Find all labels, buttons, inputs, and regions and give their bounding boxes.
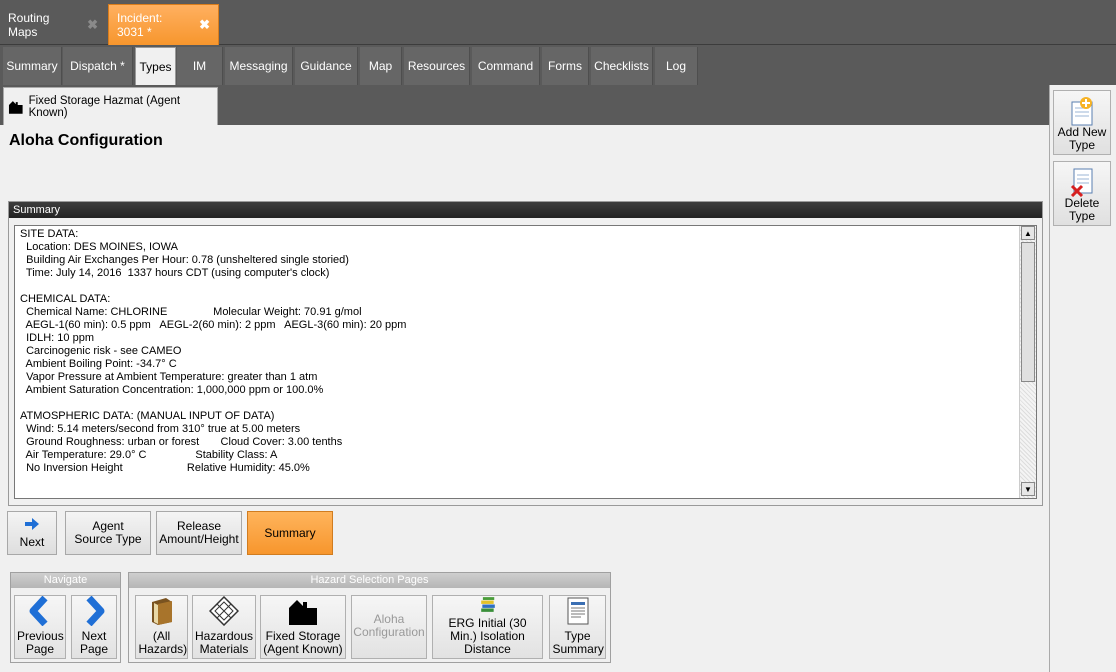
summary-panel: Summary SITE DATA: Location: DES MOINES,… [8, 201, 1043, 506]
house-icon [289, 600, 317, 625]
right-arrow-icon [25, 517, 39, 530]
all-hazards-label: (All Hazards) [138, 629, 188, 656]
document-icon [567, 597, 588, 625]
hazardous-materials-button[interactable]: Hazardous Materials [192, 595, 256, 659]
hazard-selection-group: Hazard Selection Pages (All Hazards) Haz… [128, 572, 611, 663]
hazardous-materials-label: Hazardous Materials [194, 629, 254, 656]
wizard-next-label: Next [19, 534, 45, 549]
hazard-group-header: Hazard Selection Pages [129, 573, 610, 588]
delete-document-icon [1070, 168, 1093, 197]
fixed-storage-button[interactable]: Fixed Storage (Agent Known) [260, 595, 346, 659]
tab-messaging[interactable]: Messaging [225, 47, 293, 85]
navigate-group: Navigate Previous Page Next Page [10, 572, 121, 663]
delete-type-button[interactable]: Delete Type [1053, 161, 1111, 226]
tab-fixed-storage-hazmat[interactable]: Fixed Storage Hazmat (Agent Known) [3, 87, 218, 125]
left-arrow-icon [29, 596, 48, 626]
summary-textbox[interactable]: SITE DATA: Location: DES MOINES, IOWA Bu… [14, 225, 1037, 499]
summary-step-label: Summary [264, 525, 316, 540]
tab-routing-maps[interactable]: Routing Maps ✖ [0, 4, 106, 45]
scroll-down-icon[interactable]: ▼ [1021, 482, 1035, 496]
add-new-type-button[interactable]: Add New Type [1053, 90, 1111, 155]
agent-source-type-label: Agent Source Type [74, 519, 142, 546]
tab-log[interactable]: Log [655, 47, 698, 85]
delete-type-label: Delete Type [1064, 196, 1100, 223]
tab-dispatch[interactable]: Dispatch * [63, 47, 133, 85]
all-hazards-button[interactable]: (All Hazards) [135, 595, 188, 659]
type-actions-panel: Add New Type Delete Type [1049, 85, 1116, 672]
type-tab-label: Fixed Storage Hazmat (Agent Known) [28, 94, 181, 119]
tab-command[interactable]: Command [472, 47, 540, 85]
release-amount-height-label: Release Amount/Height [159, 519, 239, 546]
close-icon[interactable]: ✖ [87, 17, 98, 33]
scroll-thumb[interactable] [1021, 242, 1035, 382]
summary-text: SITE DATA: Location: DES MOINES, IOWA Bu… [20, 228, 407, 474]
vertical-scrollbar[interactable]: ▲ ▼ [1019, 226, 1036, 498]
previous-page-label: Previous Page [17, 629, 64, 656]
type-tab-strip: Fixed Storage Hazmat (Agent Known) [0, 85, 1049, 125]
next-page-button[interactable]: Next Page [71, 595, 117, 659]
tab-checklists[interactable]: Checklists [591, 47, 653, 85]
type-summary-button[interactable]: Type Summary [549, 595, 606, 659]
next-page-label: Next Page [79, 629, 109, 656]
tab-summary[interactable]: Summary [3, 47, 62, 85]
tab-label: Routing Maps [8, 10, 50, 39]
fixed-storage-label: Fixed Storage (Agent Known) [263, 629, 343, 656]
tab-resources[interactable]: Resources [404, 47, 470, 85]
books-stack-icon [480, 597, 495, 612]
tab-im[interactable]: IM [177, 47, 223, 85]
navigate-group-header: Navigate [11, 573, 120, 588]
book-icon [151, 598, 172, 625]
right-arrow-icon [86, 596, 105, 626]
agent-source-type-button[interactable]: Agent Source Type [65, 511, 151, 555]
main-content: Fixed Storage Hazmat (Agent Known) Aloha… [0, 85, 1049, 672]
incident-nav-tabs: Summary Dispatch * Types IM Messaging Gu… [0, 45, 1116, 85]
add-new-type-label: Add New Type [1057, 125, 1107, 152]
tab-incident-3031[interactable]: Incident: 3031 * ✖ [108, 4, 219, 45]
close-icon[interactable]: ✖ [199, 17, 210, 33]
type-summary-label: Type Summary [552, 629, 604, 656]
tab-guidance[interactable]: Guidance [295, 47, 358, 85]
aloha-configuration-label: Aloha Configuration [353, 612, 425, 639]
summary-step-button[interactable]: Summary [247, 511, 333, 555]
summary-header: Summary [9, 202, 1042, 218]
previous-page-button[interactable]: Previous Page [14, 595, 66, 659]
erg-initial-label: ERG Initial (30 Min.) Isolation Distance [448, 616, 527, 656]
document-tab-bar: Routing Maps ✖ Incident: 3031 * ✖ [0, 0, 1116, 45]
hazmat-diamond-icon [209, 596, 239, 626]
tab-map[interactable]: Map [360, 47, 402, 85]
add-document-icon [1071, 97, 1093, 126]
page-title: Aloha Configuration [9, 132, 163, 149]
tab-forms[interactable]: Forms [542, 47, 589, 85]
tab-types[interactable]: Types [135, 47, 176, 85]
aloha-configuration-button[interactable]: Aloha Configuration [351, 595, 427, 659]
tab-label: Incident: 3031 * [117, 11, 163, 39]
scroll-up-icon[interactable]: ▲ [1021, 226, 1035, 240]
wizard-next-button[interactable]: Next [7, 511, 57, 555]
house-icon [8, 100, 23, 114]
release-amount-height-button[interactable]: Release Amount/Height [156, 511, 242, 555]
erg-initial-isolation-button[interactable]: ERG Initial (30 Min.) Isolation Distance [432, 595, 543, 659]
